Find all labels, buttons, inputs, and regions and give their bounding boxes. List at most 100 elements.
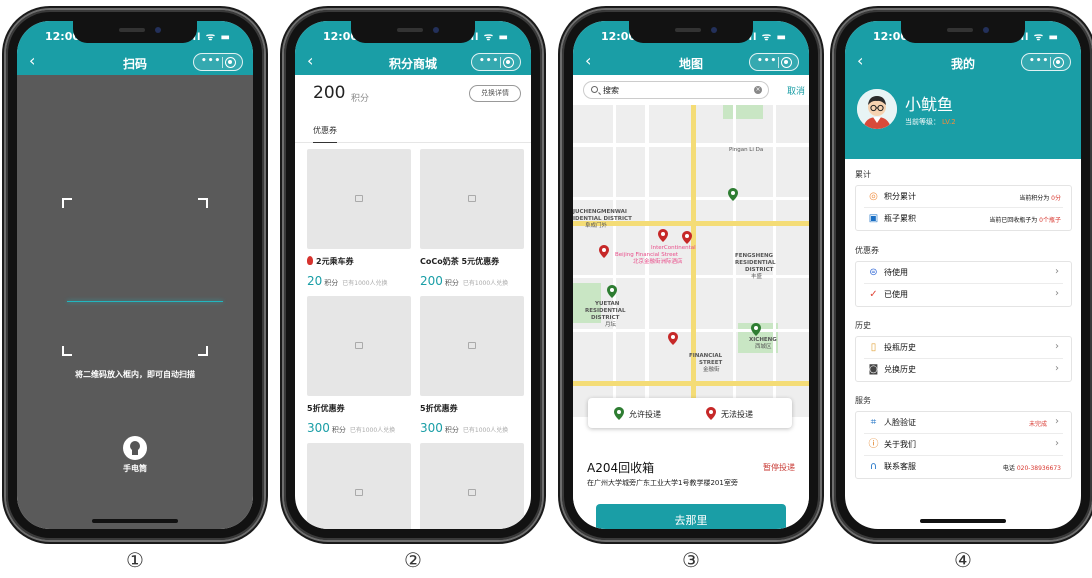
red-pin-icon[interactable]: [599, 245, 609, 258]
coupon-price-unit: 积分: [444, 279, 459, 287]
row-face-verify[interactable]: ⌗ 人脸验证 未完成 ›: [864, 412, 1063, 434]
map-label: 阜成门外: [585, 223, 608, 229]
chevron-right-icon: ›: [1055, 266, 1059, 277]
coupon-name: 5折优惠券: [307, 404, 345, 413]
row-support[interactable]: ∩ 联系客服 电话 020-38936673: [864, 456, 1063, 478]
scan-line: [67, 301, 223, 302]
station-address: 在广州大学城旁广东工业大学1号教学楼201室旁: [587, 479, 738, 487]
scan-hint: 将二维码放入框内，即可自动扫描: [75, 370, 195, 379]
row-label: 关于我们: [884, 440, 916, 449]
scan-frame-corner: [62, 198, 72, 208]
coupon-image: [307, 296, 411, 396]
red-pin-icon[interactable]: [658, 229, 668, 242]
row-redeem-history[interactable]: ◙ 兑换历史 ›: [864, 359, 1063, 381]
phone-mine: 12:00 ıl ᯤ ▬ ‹ 我的 ••• 小鱿鱼 当前等级： LV.2 累计 …: [834, 10, 1092, 540]
station-status: 暂停投递: [763, 463, 795, 472]
map-legend: 允许投递 无法投递: [588, 398, 792, 428]
map-label: XICHENG: [749, 337, 777, 343]
legend-allow: 允许投递: [614, 407, 661, 420]
points-unit: 积分: [351, 94, 370, 104]
signal-wifi-battery-icon: ıl ᯤ ▬: [748, 32, 787, 43]
map-label: FINANCIAL: [689, 353, 723, 359]
row-points-total[interactable]: ◎ 积分累计 当前积分为 0分: [864, 186, 1063, 208]
image-placeholder-icon: [468, 195, 476, 202]
used-check-icon: ✓: [869, 289, 878, 300]
coupon-price-unit: 积分: [444, 426, 459, 434]
navigate-button[interactable]: 去那里: [596, 504, 786, 529]
row-label: 瓶子累积: [884, 214, 916, 223]
more-icon[interactable]: •••: [757, 56, 777, 66]
flashlight-label[interactable]: 手电筒: [17, 463, 253, 474]
map-label: STREET: [699, 360, 723, 366]
coupon-card[interactable]: [420, 443, 524, 529]
search-input[interactable]: 搜索 ×: [583, 81, 769, 99]
coupon-price: 200: [420, 274, 443, 288]
close-target-icon[interactable]: [503, 57, 514, 68]
coupon-card[interactable]: CoCo奶茶 5元优惠券 200 积分 已有1000人兑换: [420, 149, 524, 289]
map-label: FENGSHENG: [735, 253, 774, 259]
scan-frame-corner: [62, 346, 72, 356]
coupon-price-unit: 积分: [324, 279, 339, 287]
redeem-details-button[interactable]: 兑换详情: [469, 85, 521, 102]
row-about[interactable]: ⓘ 关于我们 ›: [864, 434, 1063, 456]
map-label: 金融街: [703, 367, 720, 373]
more-icon[interactable]: •••: [1029, 56, 1049, 66]
map-view[interactable]: Pingan Li Da JUCHENGMENWAI IDENTIAL DIST…: [573, 105, 809, 417]
close-target-icon[interactable]: [225, 57, 236, 68]
camera-icon: ◙: [868, 364, 879, 375]
green-pin-icon[interactable]: [607, 285, 617, 298]
avatar[interactable]: [857, 89, 897, 129]
bottle-icon: ▣: [868, 213, 879, 224]
notch: [901, 21, 1025, 43]
row-label: 待使用: [884, 268, 908, 277]
notch: [351, 21, 475, 43]
green-pin-icon[interactable]: [728, 188, 738, 201]
map-label: DISTRICT: [745, 267, 774, 273]
row-bottle-total[interactable]: ▣ 瓶子累积 当前已回收瓶子为 0个瓶子: [864, 208, 1063, 230]
mini-program-capsule[interactable]: •••: [749, 53, 799, 71]
green-pin-icon: [614, 407, 624, 420]
image-placeholder-icon: [355, 195, 363, 202]
more-icon[interactable]: •••: [201, 56, 221, 66]
coupon-card[interactable]: [307, 443, 411, 529]
tab-coupon[interactable]: 优惠券: [313, 125, 337, 143]
green-pin-icon[interactable]: [751, 323, 761, 336]
coupon-card[interactable]: 5折优惠券 300 积分 已有1000人兑换: [420, 296, 524, 436]
nav-bar: ‹ 积分商城 •••: [295, 49, 531, 75]
clear-icon[interactable]: ×: [754, 86, 762, 94]
map-label: RESIDENTIAL: [735, 260, 776, 266]
map-label: 丰盛: [751, 274, 763, 280]
coupon-image: [420, 296, 524, 396]
more-icon[interactable]: •••: [479, 56, 499, 66]
flashlight-icon[interactable]: [123, 436, 147, 460]
close-target-icon[interactable]: [1053, 57, 1064, 68]
mini-program-capsule[interactable]: •••: [193, 53, 243, 71]
coupon-image: [420, 149, 524, 249]
red-pin-icon[interactable]: [668, 332, 678, 345]
search-icon: [591, 86, 598, 93]
section-title: 历史: [855, 321, 871, 330]
row-deposit-history[interactable]: ▯ 投瓶历史 ›: [864, 337, 1063, 359]
close-target-icon[interactable]: [781, 57, 792, 68]
red-pin-icon: [706, 407, 716, 420]
row-pending[interactable]: ⊜ 待使用 ›: [864, 262, 1063, 284]
coupon-image: [420, 443, 524, 529]
points-summary: 200 积分 兑换详情: [313, 81, 521, 111]
coupon-card[interactable]: 5折优惠券 300 积分 已有1000人兑换: [307, 296, 411, 436]
accumulate-group: ◎ 积分累计 当前积分为 0分 ▣ 瓶子累积 当前已回收瓶子为 0个瓶子: [855, 185, 1072, 231]
coupon-card[interactable]: 2元乘车券 20 积分 已有1000人兑换: [307, 149, 411, 289]
mini-program-capsule[interactable]: •••: [471, 53, 521, 71]
coupon-price: 300: [307, 421, 330, 435]
history-group: ▯ 投瓶历史 › ◙ 兑换历史 ›: [855, 336, 1072, 382]
notch: [73, 21, 197, 43]
mini-program-capsule[interactable]: •••: [1021, 53, 1071, 71]
level-value: LV.2: [942, 118, 956, 126]
legend-deny: 无法投递: [706, 407, 753, 420]
nav-bar: ‹ 地图 •••: [573, 49, 809, 75]
row-label: 联系客服: [884, 462, 916, 471]
coupon-image: [307, 149, 411, 249]
cancel-button[interactable]: 取消: [787, 84, 805, 97]
row-used[interactable]: ✓ 已使用 ›: [864, 284, 1063, 306]
red-pin-icon[interactable]: [682, 231, 692, 244]
signal-wifi-battery-icon: ıl ᯤ ▬: [192, 32, 231, 43]
